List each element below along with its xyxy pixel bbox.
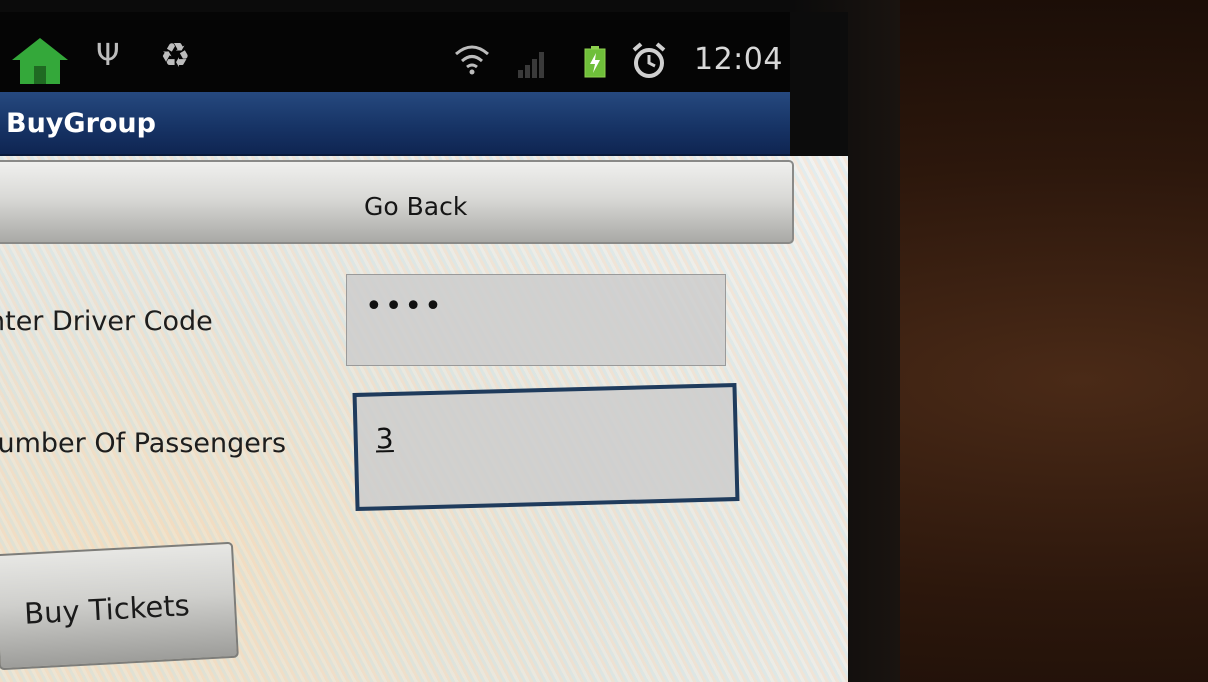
buy-tickets-button[interactable]: Buy Tickets — [0, 541, 239, 671]
passengers-label: lumber Of Passengers — [0, 428, 287, 459]
home-icon[interactable] — [10, 36, 70, 86]
buy-tickets-label: Buy Tickets — [23, 588, 191, 631]
driver-code-value: •••• — [365, 289, 444, 324]
status-bar: Ψ ♻ 12:04 — [0, 12, 790, 92]
recycle-icon: ♻ — [160, 36, 191, 76]
phone-screen: Ψ ♻ 12:04 BuyGroup Go Back nter Driver C… — [0, 12, 848, 682]
signal-icon — [518, 52, 544, 78]
go-back-label: Go Back — [364, 192, 468, 221]
usb-icon: Ψ — [96, 38, 120, 73]
driver-code-label: nter Driver Code — [0, 306, 213, 337]
status-clock: 12:04 — [694, 42, 783, 77]
passengers-field[interactable]: 3 — [352, 382, 740, 512]
wifi-icon — [455, 45, 489, 75]
app-title: BuyGroup — [6, 108, 156, 139]
app-title-bar: BuyGroup — [0, 92, 790, 156]
driver-code-field[interactable]: •••• — [346, 274, 726, 366]
passengers-value: 3 — [375, 421, 394, 456]
go-back-button[interactable]: Go Back — [0, 160, 794, 244]
alarm-icon — [632, 42, 666, 78]
main-content: Go Back nter Driver Code •••• lumber Of … — [0, 156, 848, 682]
battery-charging-icon — [584, 46, 606, 78]
